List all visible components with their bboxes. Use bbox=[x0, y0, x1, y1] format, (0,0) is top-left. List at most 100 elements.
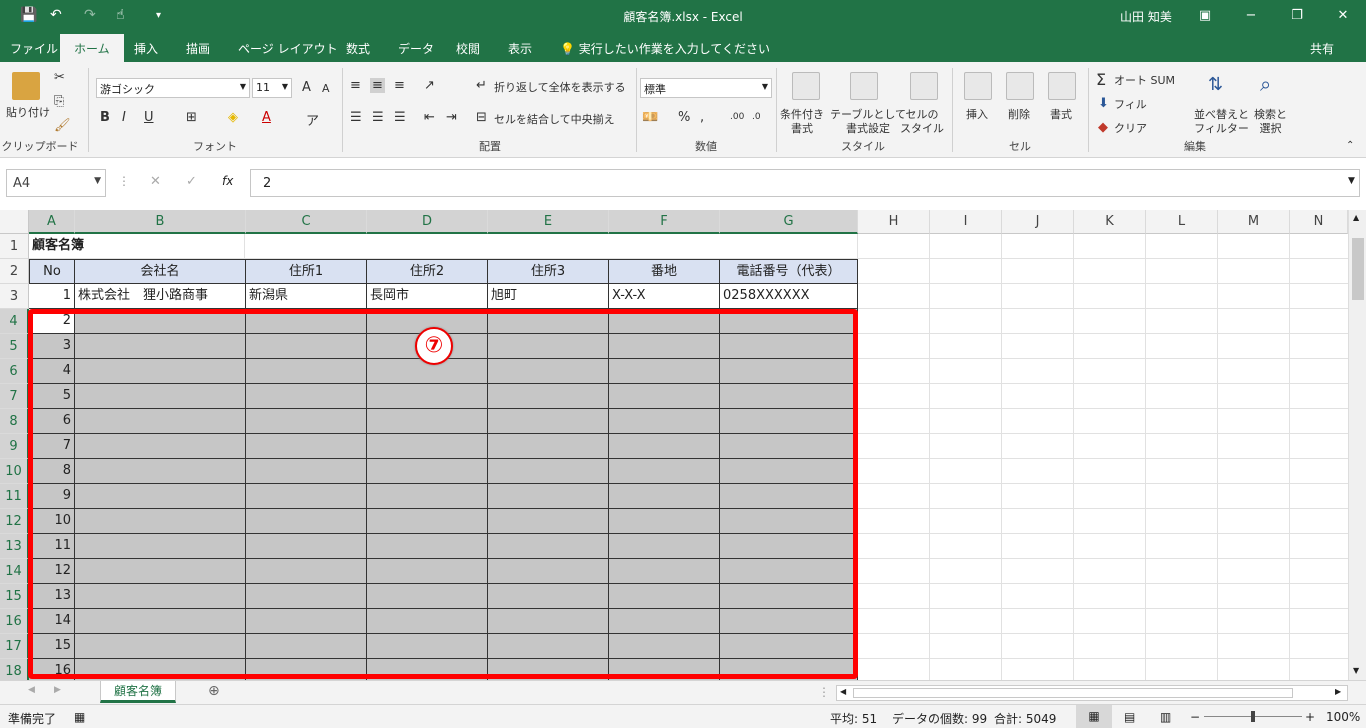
scroll-down-icon[interactable]: ▼ bbox=[1353, 666, 1359, 675]
autosum-button[interactable]: オート SUM bbox=[1114, 74, 1175, 88]
copy-icon[interactable]: ⎘ bbox=[54, 94, 64, 109]
row-header-4[interactable]: 4 bbox=[0, 309, 29, 334]
scroll-right-icon[interactable]: ▶ bbox=[54, 685, 61, 695]
column-header-a[interactable]: A bbox=[29, 210, 75, 234]
row-header-11[interactable]: 11 bbox=[0, 484, 29, 509]
accounting-format-icon[interactable]: 💴 bbox=[642, 110, 658, 125]
header-cell-address3[interactable]: 住所3 bbox=[487, 259, 609, 284]
column-header-k[interactable]: K bbox=[1074, 210, 1146, 234]
row-header-7[interactable]: 7 bbox=[0, 384, 29, 409]
borders-icon[interactable]: ⊞ bbox=[186, 110, 197, 125]
tab-draw[interactable]: 描画 bbox=[186, 40, 210, 57]
format-painter-icon[interactable]: 🖌 bbox=[54, 118, 71, 133]
hscroll-left-icon[interactable]: ◀ bbox=[840, 687, 846, 696]
row-header-6[interactable]: 6 bbox=[0, 359, 29, 384]
paste-icon[interactable] bbox=[12, 72, 40, 100]
row-header-9[interactable]: 9 bbox=[0, 434, 29, 459]
row-header-10[interactable]: 10 bbox=[0, 459, 29, 484]
paste-button[interactable]: 貼り付け bbox=[6, 106, 50, 120]
hscroll-right-icon[interactable]: ▶ bbox=[1335, 687, 1341, 696]
splitter-icon[interactable]: ⋮ bbox=[818, 685, 830, 699]
align-left-icon[interactable]: ☰ bbox=[350, 110, 362, 125]
minimize-button[interactable]: − bbox=[1240, 5, 1262, 27]
delete-button[interactable]: 削除 bbox=[1008, 108, 1030, 122]
column-header-l[interactable]: L bbox=[1146, 210, 1218, 234]
fill-color-icon[interactable]: ◈ bbox=[228, 110, 238, 125]
increase-decimal-icon[interactable]: .00 bbox=[730, 112, 744, 122]
sheet-title-cell[interactable]: 顧客名簿 bbox=[29, 234, 245, 259]
column-header-f[interactable]: F bbox=[609, 210, 720, 234]
cell[interactable] bbox=[245, 234, 858, 259]
empty-cell-area[interactable] bbox=[858, 234, 1348, 680]
insert-button[interactable]: 挿入 bbox=[966, 108, 988, 122]
column-header-i[interactable]: I bbox=[930, 210, 1002, 234]
ribbon-display-icon[interactable]: ▣ bbox=[1194, 5, 1216, 27]
row-header-2[interactable]: 2 bbox=[0, 259, 29, 284]
header-cell-address1[interactable]: 住所1 bbox=[245, 259, 367, 284]
horizontal-scrollbar[interactable]: ◀ ▶ bbox=[836, 685, 1348, 701]
column-header-e[interactable]: E bbox=[488, 210, 609, 234]
expand-formula-icon[interactable]: ▼ bbox=[1348, 176, 1355, 186]
column-header-d[interactable]: D bbox=[367, 210, 488, 234]
merge-center-button[interactable]: セルを結合して中央揃え bbox=[494, 113, 615, 127]
formula-input[interactable]: 2 bbox=[250, 169, 1360, 197]
percent-button[interactable]: % bbox=[678, 110, 690, 125]
cut-icon[interactable]: ✂ bbox=[54, 70, 65, 85]
data-cell-company[interactable]: 株式会社 狸小路商事 bbox=[75, 284, 246, 309]
data-cell-street[interactable]: X-X-X bbox=[609, 284, 720, 309]
tab-home[interactable]: ホーム bbox=[60, 34, 124, 62]
phonetic-icon[interactable]: ア bbox=[306, 110, 319, 129]
column-header-m[interactable]: M bbox=[1218, 210, 1290, 234]
column-header-b[interactable]: B bbox=[75, 210, 246, 234]
tab-file[interactable]: ファイル bbox=[10, 40, 58, 57]
wrap-text-button[interactable]: 折り返して全体を表示する bbox=[494, 81, 626, 95]
find-select-button[interactable]: 検索と 選択 bbox=[1254, 108, 1287, 136]
tell-me-box[interactable]: 💡 実行したい作業を入力してください bbox=[560, 40, 770, 57]
header-cell-no[interactable]: No bbox=[29, 259, 75, 284]
row-header-1[interactable]: 1 bbox=[0, 234, 29, 259]
scroll-left-icon[interactable]: ◀ bbox=[28, 685, 35, 695]
tab-data[interactable]: データ bbox=[398, 40, 434, 57]
column-header-c[interactable]: C bbox=[246, 210, 367, 234]
fill-button[interactable]: フィル bbox=[1114, 98, 1147, 112]
row-header-3[interactable]: 3 bbox=[0, 284, 29, 309]
worksheet-grid[interactable]: A B C D E F G H I J K L M N 1 2 3 4 5 6 … bbox=[0, 210, 1366, 680]
name-box[interactable]: A4 ▼ bbox=[6, 169, 106, 197]
decrease-indent-icon[interactable]: ⇤ bbox=[424, 110, 435, 125]
collapse-ribbon-icon[interactable]: ⌃ bbox=[1346, 140, 1354, 151]
format-as-table-button[interactable]: テーブルとして 書式設定 bbox=[830, 108, 906, 136]
align-middle-icon[interactable]: ≡ bbox=[370, 78, 385, 93]
restore-button[interactable]: ❐ bbox=[1286, 5, 1308, 27]
header-cell-phone[interactable]: 電話番号（代表） bbox=[719, 259, 858, 284]
tab-insert[interactable]: 挿入 bbox=[134, 40, 158, 57]
increase-indent-icon[interactable]: ⇥ bbox=[446, 110, 457, 125]
data-cell-phone[interactable]: 0258XXXXXX bbox=[720, 284, 858, 309]
row-header-5[interactable]: 5 bbox=[0, 334, 29, 359]
user-name[interactable]: 山田 知美 bbox=[1120, 8, 1172, 25]
vertical-scrollbar[interactable]: ▲ ▼ bbox=[1348, 210, 1366, 680]
row-header-13[interactable]: 13 bbox=[0, 534, 29, 559]
column-header-g[interactable]: G bbox=[720, 210, 858, 234]
insert-function-icon[interactable]: fx bbox=[222, 174, 233, 188]
row-header-14[interactable]: 14 bbox=[0, 559, 29, 584]
column-header-j[interactable]: J bbox=[1002, 210, 1074, 234]
cell-styles-button[interactable]: セルの スタイル bbox=[900, 108, 944, 136]
column-header-h[interactable]: H bbox=[858, 210, 930, 234]
underline-button[interactable]: U bbox=[144, 110, 154, 125]
font-size-select[interactable]: 11 ▼ bbox=[252, 78, 292, 98]
zoom-level[interactable]: 100% bbox=[1326, 710, 1360, 724]
cancel-icon[interactable]: ✕ bbox=[150, 174, 161, 189]
data-cell-address1[interactable]: 新潟県 bbox=[246, 284, 367, 309]
font-color-icon[interactable]: A bbox=[262, 110, 271, 125]
zoom-out-icon[interactable]: − bbox=[1190, 710, 1200, 724]
header-cell-address2[interactable]: 住所2 bbox=[366, 259, 488, 284]
tab-review[interactable]: 校閲 bbox=[456, 40, 480, 57]
data-cell-address3[interactable]: 旭町 bbox=[488, 284, 609, 309]
shrink-font-icon[interactable]: A bbox=[322, 82, 330, 95]
tab-page-layout[interactable]: ページ レイアウト bbox=[238, 40, 338, 57]
tab-formulas[interactable]: 数式 bbox=[346, 40, 370, 57]
row-header-16[interactable]: 16 bbox=[0, 609, 29, 634]
header-cell-street[interactable]: 番地 bbox=[608, 259, 720, 284]
align-center-icon[interactable]: ☰ bbox=[372, 110, 384, 125]
sheet-tab-customers[interactable]: 顧客名簿 bbox=[100, 681, 176, 703]
